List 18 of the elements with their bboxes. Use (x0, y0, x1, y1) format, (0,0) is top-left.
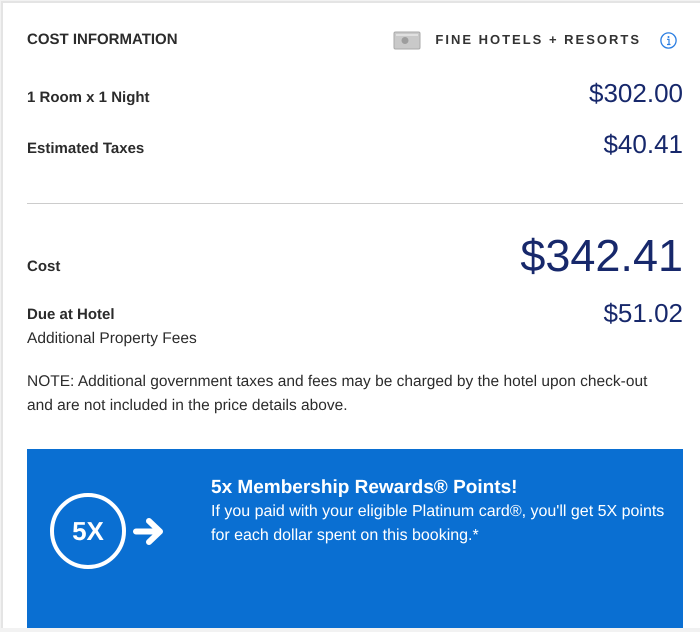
line-item-label: 1 Room x 1 Night (27, 88, 150, 108)
line-item-amount: $302.00 (589, 77, 683, 109)
promo-title: 5x Membership Rewards® Points! (211, 476, 518, 500)
arrow-icon (133, 518, 165, 544)
card-icon (393, 30, 422, 50)
brand-logo-text: FINE HOTELS + RESORTS (435, 31, 641, 50)
line-item-label: Estimated Taxes (27, 138, 144, 158)
due-amount: $51.02 (603, 298, 683, 328)
line-item-amount: $40.41 (603, 128, 683, 160)
fees-description: Additional Property Fees (27, 329, 197, 349)
promo-description: If you paid with your eligible Platinum card®, you'll get 5X points for each dollar spent on this booking.* (211, 502, 666, 546)
multiplier-badge: 5X (50, 493, 126, 569)
note-text: NOTE: Additional government taxes and fees may be charged by the hotel upon check-out and are not included in the price details above. (27, 372, 648, 416)
info-icon[interactable] (660, 32, 677, 48)
section-title: COST INFORMATION (27, 30, 178, 50)
due-at-hotel-label: Due at Hotel (27, 305, 116, 325)
total-amount: $342.41 (520, 232, 683, 280)
total-label: Cost (27, 257, 60, 277)
